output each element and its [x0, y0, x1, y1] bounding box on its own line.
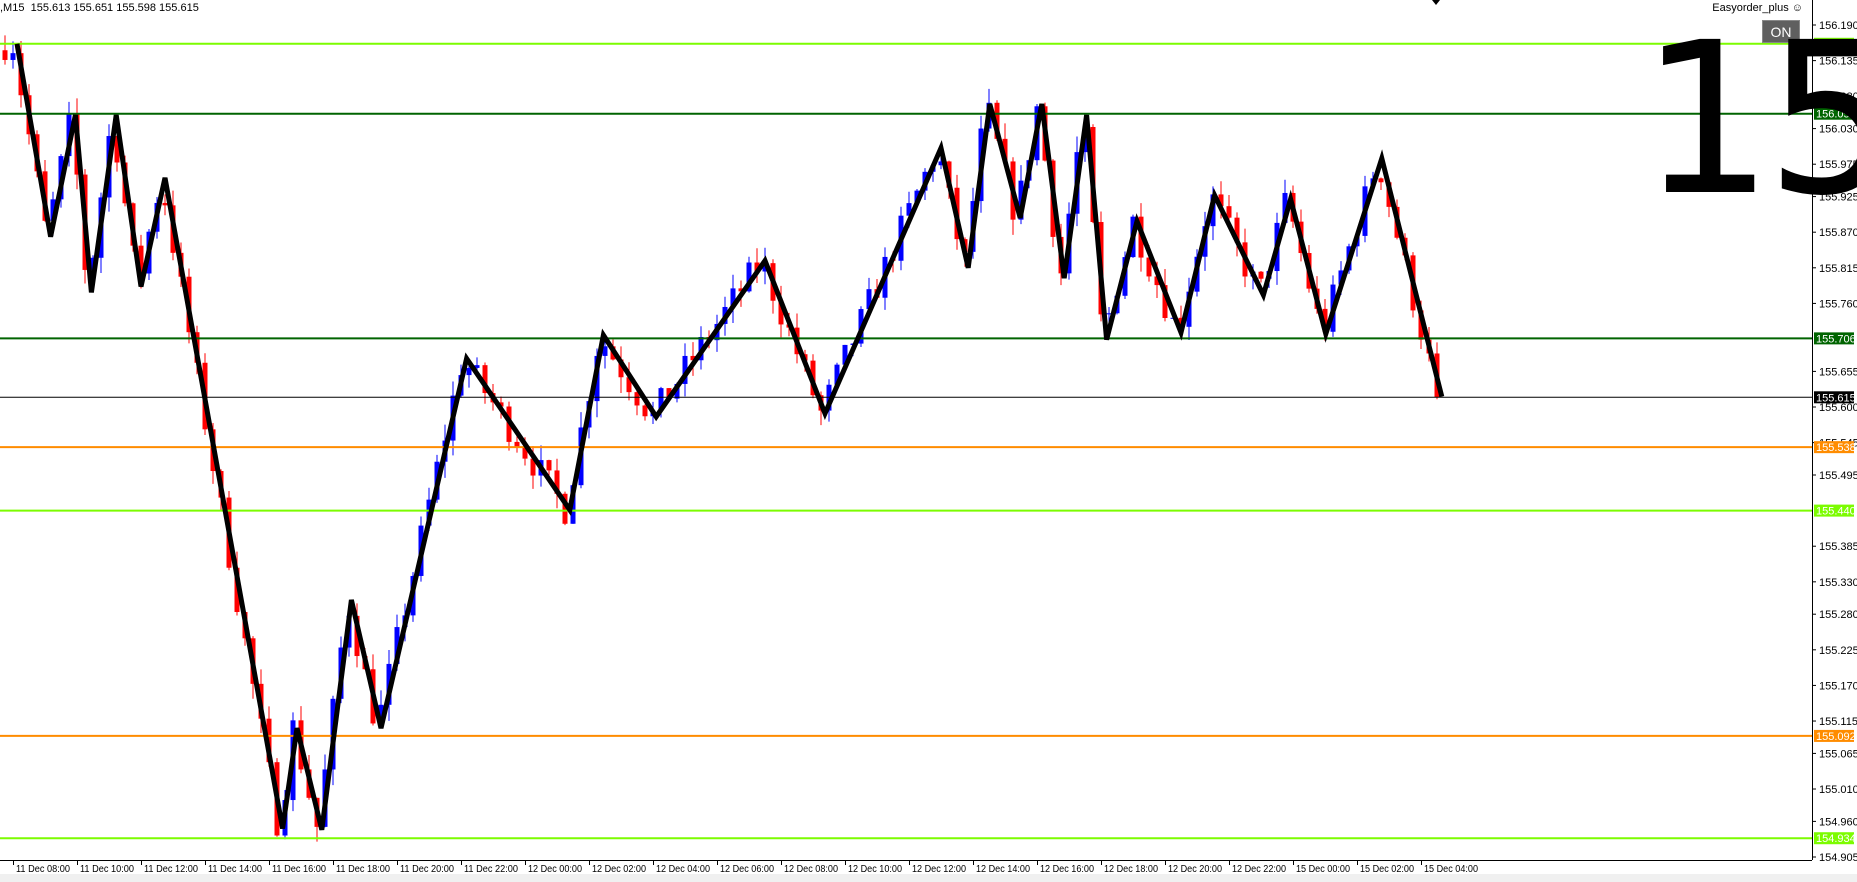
- level-price-label: 155.440: [1816, 506, 1856, 518]
- overlay-number: 15: [1640, 0, 1857, 242]
- bear-candle: [1258, 271, 1264, 279]
- price-tick-label: 155.010: [1819, 784, 1857, 796]
- zigzag-line: [14, 43, 1445, 831]
- price-tick-label: 155.065: [1819, 748, 1857, 760]
- top-arrow-icon: [1432, 0, 1440, 5]
- price-tick-label: 154.960: [1819, 816, 1857, 828]
- price-tick-label: 154.905: [1819, 852, 1857, 864]
- price-tick-label: 155.815: [1819, 263, 1857, 275]
- bear-candle: [546, 460, 552, 471]
- level-price-label: 155.538: [1816, 442, 1856, 454]
- bear-candle: [2, 50, 8, 60]
- price-tick-label: 155.225: [1819, 645, 1857, 657]
- symbol-timeframe: ,M15: [0, 2, 25, 14]
- level-price-label: 155.092: [1816, 731, 1856, 743]
- bear-candle: [642, 405, 648, 417]
- price-tick-label: 155.170: [1819, 680, 1857, 692]
- level-price-label: 155.706: [1816, 333, 1856, 345]
- level-price-label: 154.934: [1816, 833, 1856, 845]
- price-tick-label: 155.280: [1819, 609, 1857, 621]
- ohlc-readout: 155.613 155.651 155.598 155.615: [30, 2, 199, 14]
- price-tick-label: 155.115: [1819, 716, 1857, 728]
- price-tick-label: 155.385: [1819, 541, 1857, 553]
- chart-header: ,M15 155.613 155.651 155.598 155.615: [0, 2, 199, 14]
- price-tick-label: 155.330: [1819, 577, 1857, 589]
- bull-candle: [466, 367, 472, 376]
- level-price-label: 155.615: [1816, 392, 1856, 404]
- bottom-strip: [0, 874, 1857, 882]
- bear-candle: [1378, 178, 1384, 183]
- price-chart[interactable]: 156.190156.135156.080156.030155.975155.9…: [0, 0, 1857, 882]
- price-tick-label: 155.760: [1819, 298, 1857, 310]
- bull-candle: [10, 53, 16, 60]
- price-tick-label: 155.655: [1819, 366, 1857, 378]
- bear-candle: [162, 202, 168, 206]
- price-tick-label: 155.495: [1819, 470, 1857, 482]
